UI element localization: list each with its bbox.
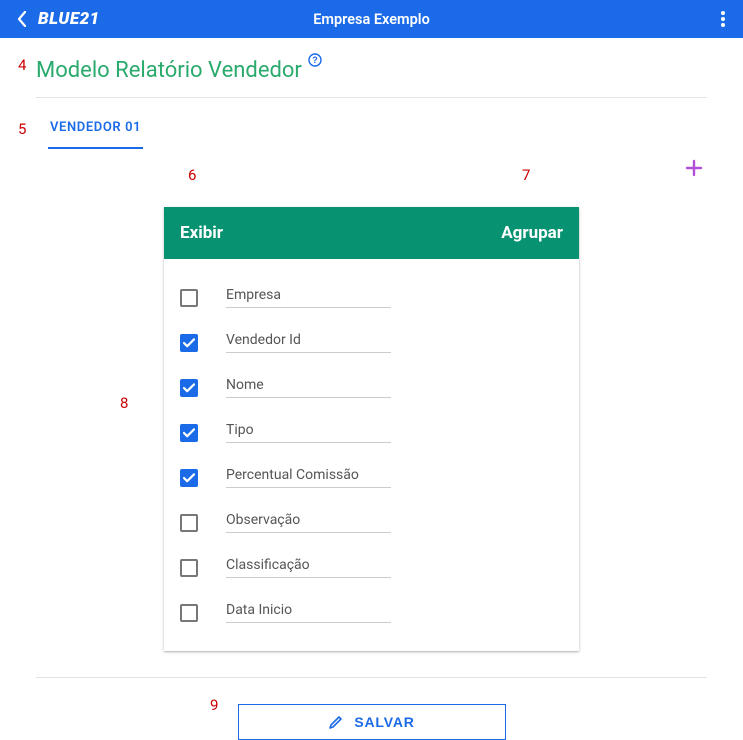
field-row: Classificação: [180, 557, 563, 578]
pencil-icon: [328, 714, 344, 730]
annotation-7: 7: [522, 166, 530, 184]
field-row: Observação: [180, 512, 563, 533]
field-row: Empresa: [180, 287, 563, 308]
field-checkbox[interactable]: [180, 469, 198, 487]
more-vert-icon: [721, 11, 725, 27]
chevron-left-icon: [17, 11, 27, 27]
back-button[interactable]: [8, 5, 36, 33]
field-label: Percentual Comissão: [226, 467, 391, 488]
field-checkbox[interactable]: [180, 514, 198, 532]
annotation-9: 9: [210, 696, 218, 714]
card-header: Exibir Agrupar: [164, 207, 579, 259]
field-label: Empresa: [226, 287, 391, 308]
field-row: Percentual Comissão: [180, 467, 563, 488]
field-checkbox[interactable]: [180, 559, 198, 577]
save-button[interactable]: SALVAR: [238, 704, 506, 740]
annotation-6: 6: [188, 166, 196, 184]
divider: [36, 97, 707, 98]
save-button-label: SALVAR: [354, 714, 414, 730]
tab-bar: VENDEDOR 01: [36, 110, 707, 149]
field-row: Vendedor Id: [180, 332, 563, 353]
field-label: Data Inicio: [226, 602, 391, 623]
field-checkbox[interactable]: [180, 334, 198, 352]
menu-button[interactable]: [709, 5, 737, 33]
check-icon: [183, 428, 195, 438]
add-button[interactable]: [685, 159, 703, 181]
field-label: Tipo: [226, 422, 391, 443]
help-icon[interactable]: ?: [308, 52, 322, 71]
field-checkbox[interactable]: [180, 604, 198, 622]
column-group-header: Agrupar: [501, 223, 563, 243]
check-icon: [183, 383, 195, 393]
check-icon: [183, 338, 195, 348]
annotation-5: 5: [18, 120, 26, 138]
appbar-title: Empresa Exemplo: [313, 11, 430, 28]
field-label: Observação: [226, 512, 391, 533]
tab-vendedor-01[interactable]: VENDEDOR 01: [48, 110, 143, 149]
column-show-header: Exibir: [180, 223, 223, 243]
field-checkbox[interactable]: [180, 379, 198, 397]
fields-card: Exibir Agrupar Empresa Vendedor Id Nome Tip…: [164, 207, 579, 651]
field-row: Tipo: [180, 422, 563, 443]
divider: [36, 677, 707, 678]
page-title: Modelo Relatório Vendedor: [36, 58, 302, 83]
field-label: Classificação: [226, 557, 391, 578]
svg-text:?: ?: [312, 55, 318, 65]
field-checkbox[interactable]: [180, 424, 198, 442]
annotation-4: 4: [18, 56, 26, 74]
plus-icon: [685, 159, 703, 177]
field-row: Nome: [180, 377, 563, 398]
app-bar: BLUE21 Empresa Exemplo: [0, 0, 743, 38]
field-checkbox[interactable]: [180, 289, 198, 307]
app-logo: BLUE21: [38, 9, 100, 29]
field-label: Nome: [226, 377, 391, 398]
field-label: Vendedor Id: [226, 332, 391, 353]
annotation-8: 8: [120, 394, 128, 412]
check-icon: [183, 473, 195, 483]
field-row: Data Inicio: [180, 602, 563, 623]
